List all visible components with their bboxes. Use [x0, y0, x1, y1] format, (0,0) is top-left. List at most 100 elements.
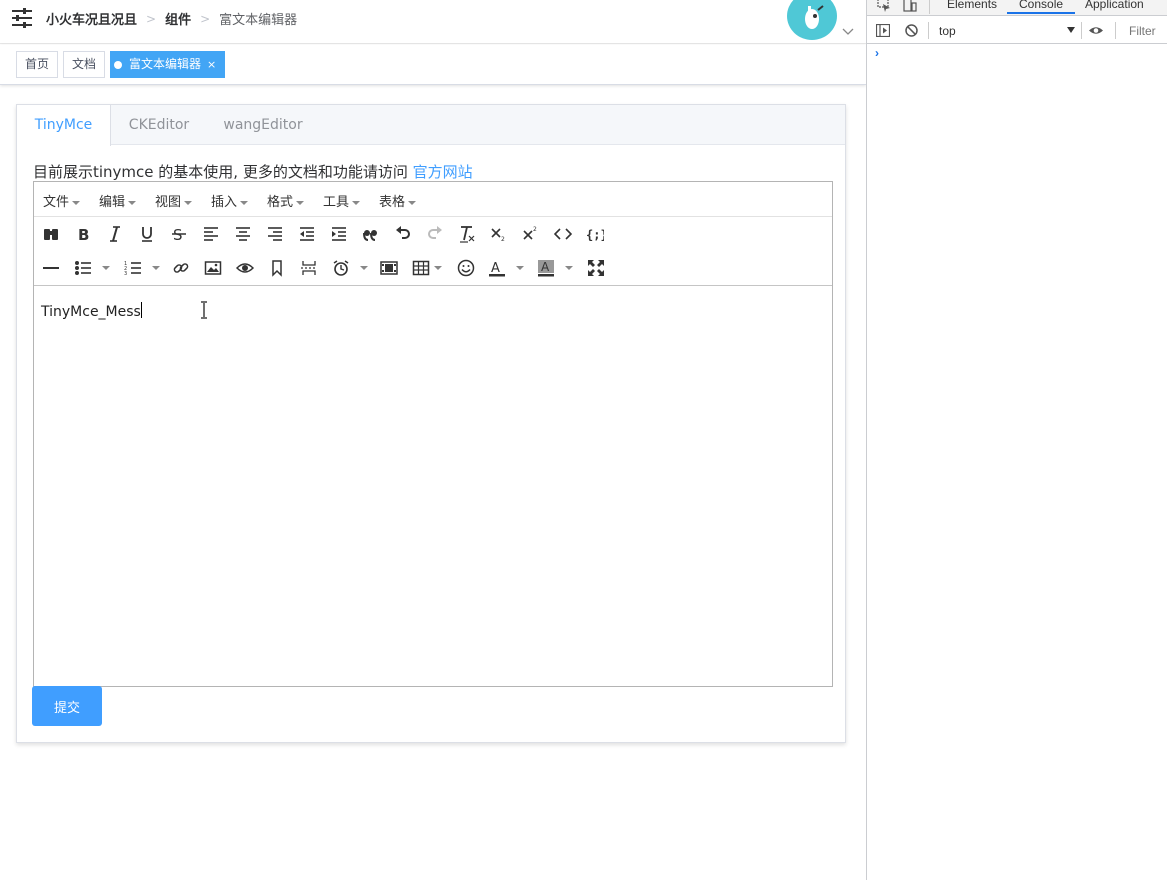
emoticons-icon[interactable] [455, 257, 477, 279]
menu-tools[interactable]: 工具 [323, 191, 361, 210]
devtools-tab-elements[interactable]: Elements [947, 0, 997, 11]
console-toolbar: top [867, 17, 1167, 44]
tag-docs[interactable]: 文档 [63, 51, 106, 78]
breadcrumb-item-current: 富文本编辑器 [219, 13, 298, 28]
console-prompt[interactable]: › [875, 46, 879, 60]
bold-icon[interactable]: B [72, 223, 94, 245]
preview-icon[interactable] [234, 257, 256, 279]
codesample-icon[interactable]: {;} [584, 223, 606, 245]
tag-label: 文档 [72, 57, 97, 71]
editor-content-area[interactable]: TinyMce_Mess [34, 286, 832, 686]
chevron-down-icon[interactable] [842, 27, 854, 37]
menu-label: 工具 [323, 195, 350, 210]
close-icon[interactable]: × [207, 58, 216, 71]
page-break-icon[interactable] [298, 257, 320, 279]
tag-label: 首页 [25, 57, 50, 71]
tab-tinymce[interactable]: TinyMce [17, 105, 111, 146]
tag-home[interactable]: 首页 [16, 51, 59, 78]
hr-icon[interactable] [40, 257, 62, 279]
menu-label: 编辑 [99, 195, 126, 210]
indent-icon[interactable] [328, 223, 350, 245]
numbered-list-icon[interactable]: 123 [122, 257, 144, 279]
caret-down-icon [240, 200, 249, 205]
search-replace-icon[interactable] [40, 223, 62, 245]
bullet-list-icon[interactable] [72, 257, 94, 279]
device-toolbar-icon[interactable] [903, 0, 917, 12]
sidebar-toggle-icon[interactable] [10, 7, 34, 29]
fullscreen-icon[interactable] [585, 257, 607, 279]
official-site-link[interactable]: 官方网站 [413, 163, 473, 181]
menu-edit[interactable]: 编辑 [99, 191, 137, 210]
table-icon[interactable] [410, 257, 432, 279]
tab-wangeditor[interactable]: wangEditor [209, 105, 317, 145]
menu-table[interactable]: 表格 [379, 191, 417, 210]
caret-down-icon[interactable] [516, 266, 524, 270]
media-icon[interactable] [378, 257, 400, 279]
insert-datetime-icon[interactable] [330, 257, 352, 279]
align-right-icon[interactable] [264, 223, 286, 245]
svg-text:3: 3 [124, 271, 127, 277]
navbar: 小火车况且况且 > 组件 > 富文本编辑器 [0, 0, 866, 44]
menu-label: 表格 [379, 195, 406, 210]
menu-view[interactable]: 视图 [155, 191, 193, 210]
italic-icon[interactable] [104, 223, 126, 245]
caret-down-icon[interactable] [152, 266, 160, 270]
caret-down-icon [184, 200, 193, 205]
devtools-tab-console[interactable]: Console [1007, 0, 1076, 14]
svg-text:2: 2 [501, 236, 505, 243]
editor-text[interactable]: TinyMce_Mess [41, 302, 142, 320]
align-left-icon[interactable] [200, 223, 222, 245]
undo-icon[interactable] [392, 223, 414, 245]
redo-icon[interactable] [424, 223, 446, 245]
avatar[interactable] [787, 0, 837, 40]
underline-icon[interactable] [136, 223, 158, 245]
console-filter-input[interactable] [1129, 24, 1165, 38]
image-icon[interactable] [202, 257, 224, 279]
text-cursor-icon [201, 301, 207, 319]
menu-label: 插入 [211, 195, 238, 210]
text-color-icon[interactable]: A [486, 257, 508, 279]
live-expression-eye-icon[interactable] [1088, 25, 1104, 36]
code-icon[interactable] [552, 223, 574, 245]
remove-format-icon[interactable] [456, 223, 478, 245]
breadcrumb-item-components[interactable]: 组件 [165, 9, 191, 28]
superscript-icon[interactable]: 2 [520, 223, 542, 245]
clear-console-icon[interactable] [905, 24, 918, 37]
background-color-icon[interactable]: A [535, 257, 557, 279]
tab-ckeditor[interactable]: CKEditor [111, 105, 207, 145]
blockquote-icon[interactable] [360, 223, 382, 245]
caret-down-icon[interactable] [360, 266, 368, 270]
sidebar-toggle-icon[interactable] [876, 24, 890, 37]
inspect-element-icon[interactable] [877, 0, 891, 12]
align-center-icon[interactable] [232, 223, 254, 245]
strikethrough-icon[interactable]: S [168, 223, 190, 245]
outdent-icon[interactable] [296, 223, 318, 245]
divider [1115, 22, 1116, 39]
tinymce-editor: 文件 编辑 视图 插入 格式 工具 表格 B S [33, 181, 833, 687]
divider [1081, 22, 1082, 39]
svg-text:2: 2 [533, 226, 537, 233]
divider [928, 22, 929, 39]
caret-down-icon [408, 200, 417, 205]
menu-insert[interactable]: 插入 [211, 191, 249, 210]
submit-button[interactable]: 提交 [32, 686, 102, 726]
svg-text:B: B [78, 226, 89, 243]
menu-label: 格式 [267, 195, 294, 210]
editor-text-value: TinyMce_Mess [41, 304, 141, 320]
caret-down-icon [352, 200, 361, 205]
caret-down-icon[interactable] [565, 266, 573, 270]
devtools-tab-application[interactable]: Application [1085, 0, 1144, 11]
menu-format[interactable]: 格式 [267, 191, 305, 210]
link-icon[interactable] [170, 257, 192, 279]
bookmark-icon[interactable] [266, 257, 288, 279]
tags-view: 首页 文档 富文本编辑器 × [0, 45, 866, 85]
context-selector[interactable]: top [935, 22, 1075, 39]
breadcrumb-item-home[interactable]: 小火车况且况且 [46, 9, 137, 28]
tabs-header: TinyMce CKEditor wangEditor [17, 105, 845, 146]
tag-rich-text-editor[interactable]: 富文本编辑器 × [110, 51, 226, 78]
subscript-icon[interactable]: 2 [488, 223, 510, 245]
caret-down-icon[interactable] [102, 266, 110, 270]
menu-file[interactable]: 文件 [43, 191, 81, 210]
divider [929, 0, 930, 14]
caret-down-icon[interactable] [434, 266, 442, 270]
